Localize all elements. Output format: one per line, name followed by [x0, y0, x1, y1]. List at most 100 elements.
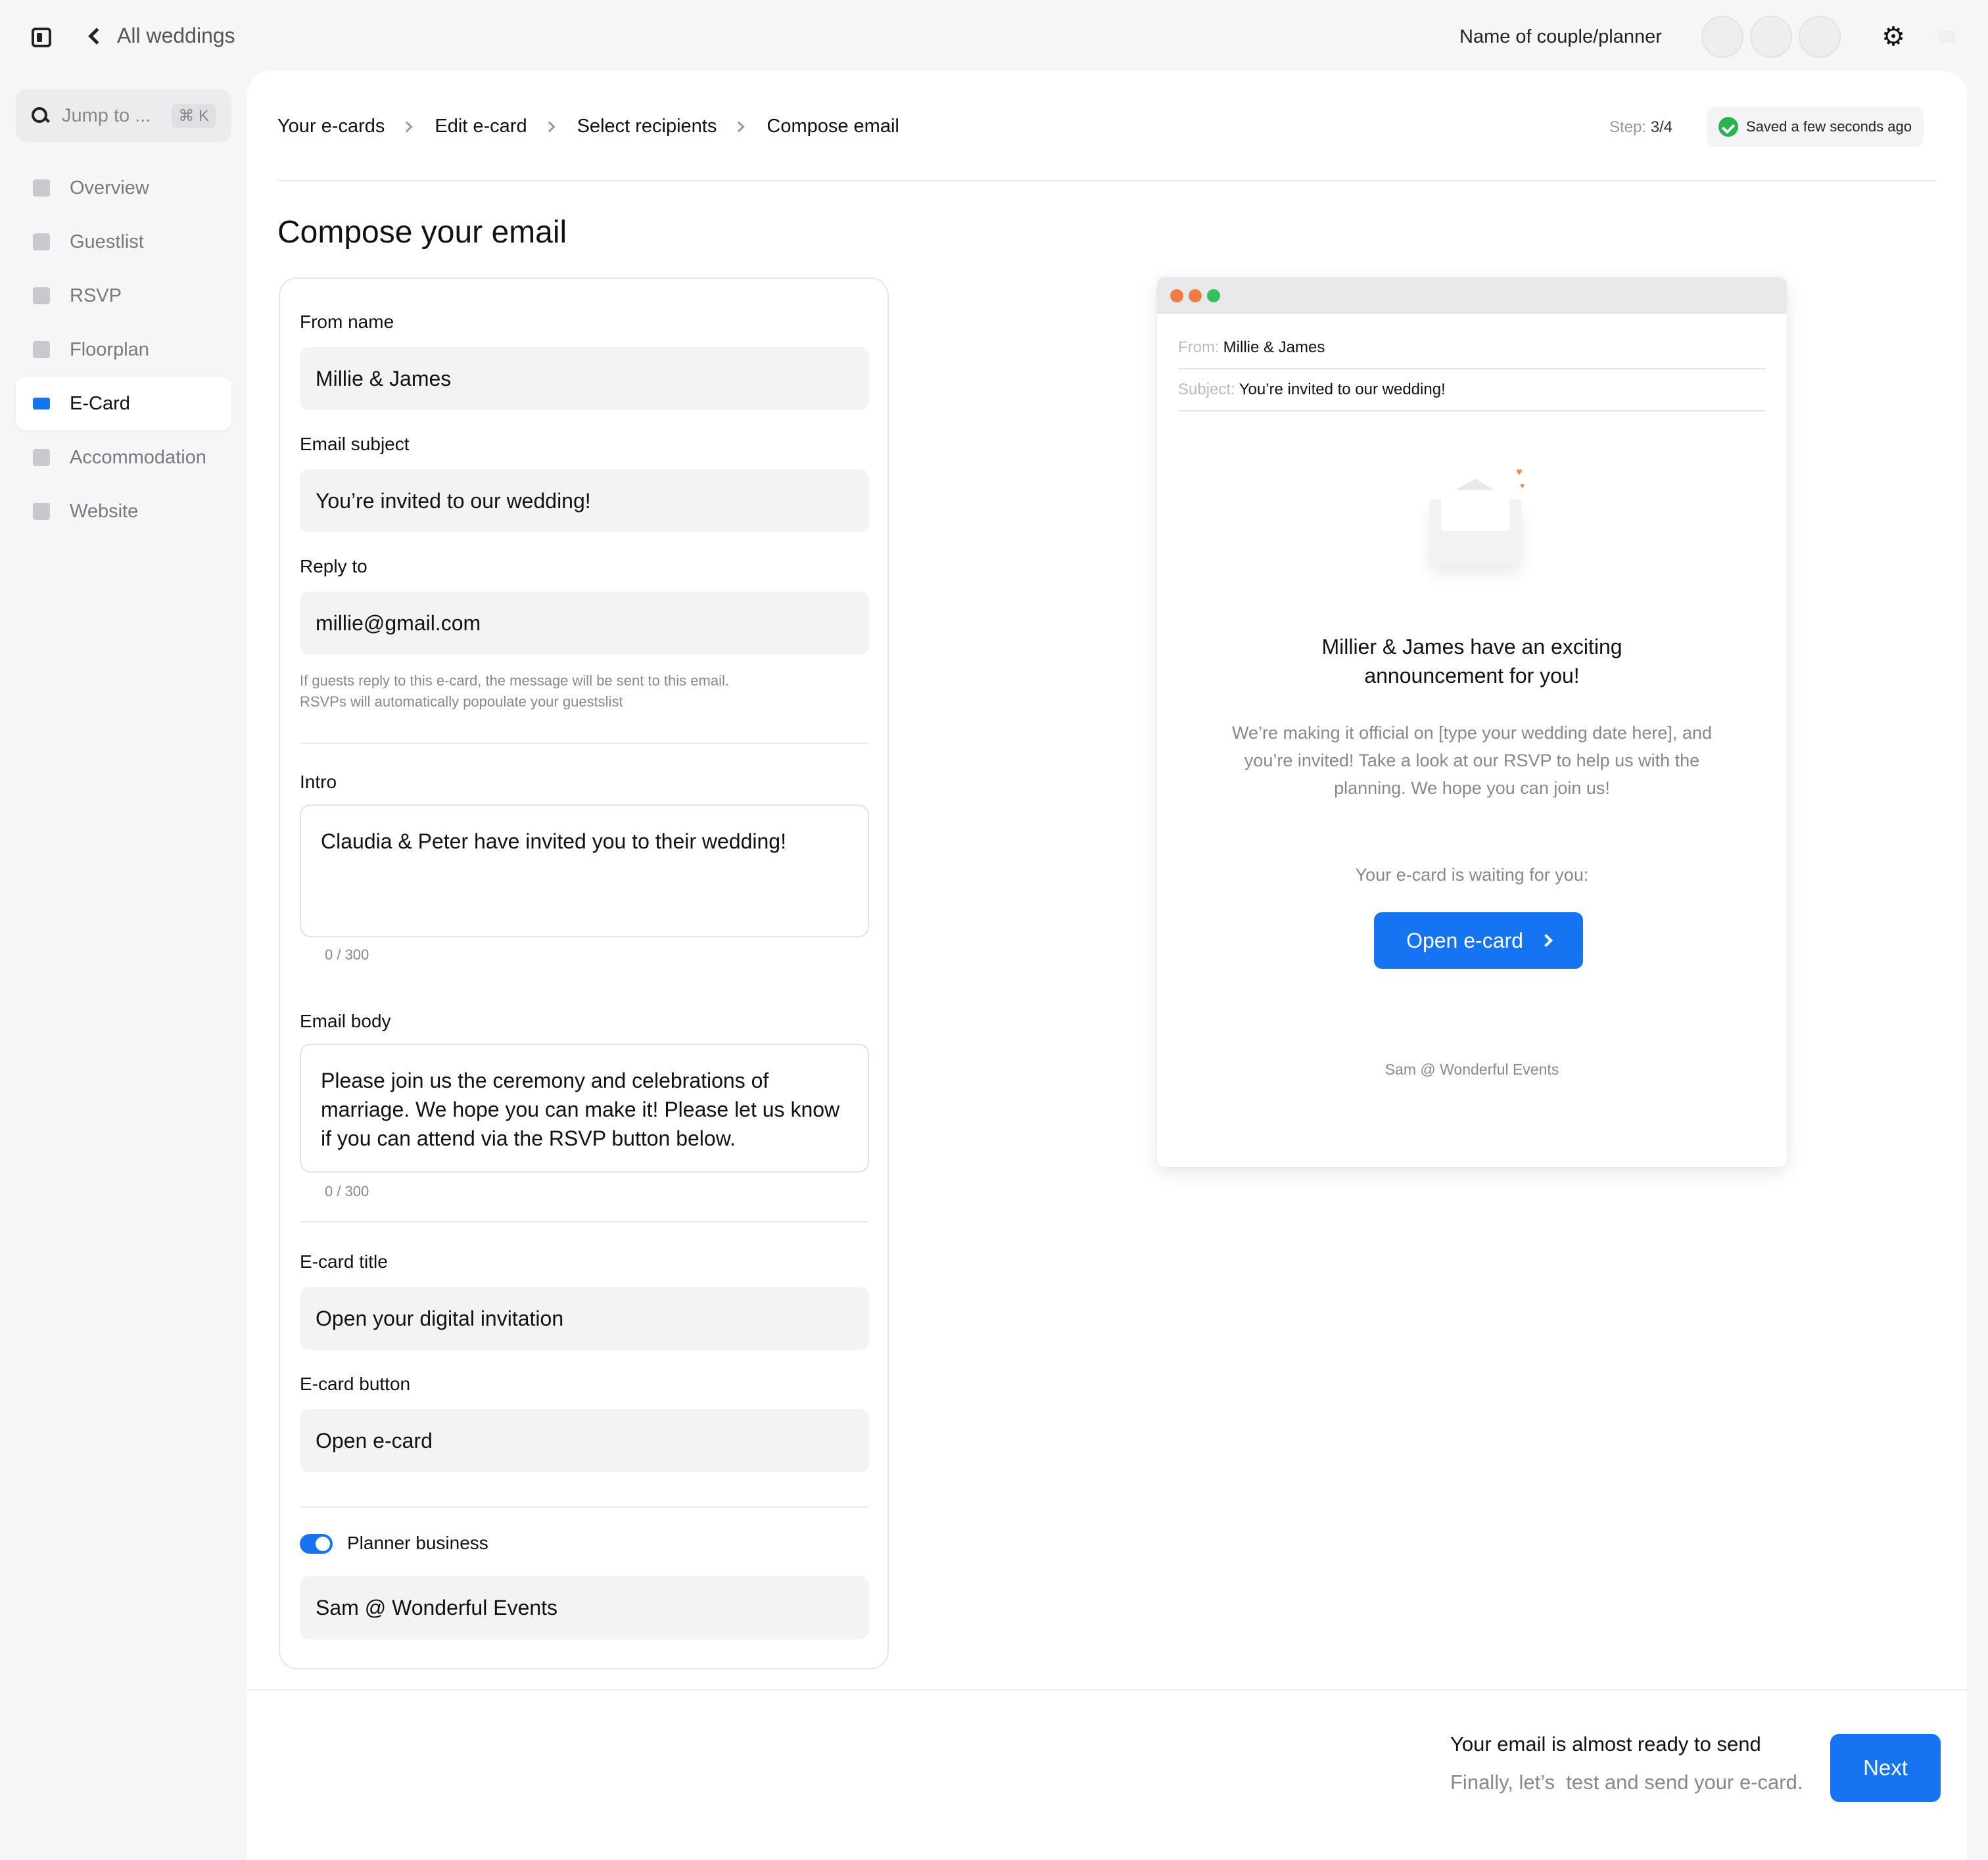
- rsvp-icon: [33, 287, 50, 304]
- email-body-char-count: 0 / 300: [325, 1183, 369, 1199]
- back-to-all-weddings-link[interactable]: All weddings: [84, 24, 235, 48]
- sidebar-item-floorplan[interactable]: Floorplan: [16, 323, 231, 376]
- chat-icon[interactable]: [1938, 30, 1955, 43]
- top-bar: All weddings Name of couple/planner ⚙: [0, 0, 1988, 76]
- saved-status-badge: Saved a few seconds ago: [1707, 106, 1924, 147]
- email-body-textarea[interactable]: Please join us the ceremony and celebrat…: [300, 1044, 869, 1173]
- breadcrumb: Your e-cards Edit e-card Select recipien…: [277, 116, 899, 137]
- preview-window-bar: [1157, 277, 1787, 314]
- sidebar-item-website[interactable]: Website: [16, 485, 231, 538]
- planner-business-field[interactable]: Sam @ Wonderful Events: [300, 1576, 869, 1639]
- ecard-button-field[interactable]: Open e-card: [300, 1409, 869, 1472]
- sidebar-item-label: RSVP: [70, 285, 122, 306]
- sidebar-item-label: Floorplan: [70, 338, 149, 360]
- chevron-left-icon: [88, 27, 105, 45]
- breadcrumb-select-recipients[interactable]: Select recipients: [577, 116, 717, 137]
- page-title: Compose your email: [277, 215, 567, 250]
- preview-subject-value: You’re invited to our wedding!: [1239, 381, 1446, 398]
- heart-icon: ♥: [1520, 481, 1525, 490]
- floorplan-icon: [33, 341, 50, 358]
- users-icon: [33, 233, 50, 250]
- window-dot-icon: [1207, 289, 1220, 302]
- footer-title: Your email is almost ready to send: [1450, 1732, 1761, 1755]
- sidebar-nav: Overview Guestlist RSVP Floorplan E-Card…: [16, 162, 231, 539]
- email-subject-label: Email subject: [300, 434, 410, 454]
- intro-textarea[interactable]: Claudia & Peter have invited you to thei…: [300, 804, 869, 937]
- open-ecard-label: Open e-card: [1406, 928, 1523, 952]
- preview-from-row: From: Millie & James: [1178, 327, 1766, 369]
- planner-business-label: Planner business: [347, 1533, 488, 1553]
- email-subject-field[interactable]: You’re invited to our wedding!: [300, 469, 869, 532]
- preview-subject-row: Subject: You’re invited to our wedding!: [1178, 369, 1766, 411]
- shortcut-badge: ⌘ K: [172, 103, 216, 128]
- gear-icon[interactable]: ⚙: [1880, 24, 1906, 50]
- reply-to-help-line: RSVPs will automatically popoulate your …: [300, 693, 623, 710]
- email-body-label: Email body: [300, 1011, 391, 1031]
- reply-to-help: If guests reply to this e-card, the mess…: [300, 670, 839, 712]
- search-placeholder: Jump to ...: [62, 105, 151, 126]
- avatar[interactable]: [1799, 16, 1841, 58]
- chevron-right-icon: [544, 121, 556, 132]
- chevron-right-icon: [1540, 934, 1553, 947]
- back-label: All weddings: [117, 24, 235, 47]
- sidebar-item-rsvp[interactable]: RSVP: [16, 269, 231, 322]
- reply-to-field[interactable]: millie@gmail.com: [300, 592, 869, 655]
- bed-icon: [33, 449, 50, 466]
- sidebar-item-ecard[interactable]: E-Card: [16, 377, 231, 430]
- laptop-icon: [33, 503, 50, 520]
- preview-heading-line: announcement for you!: [1364, 664, 1580, 687]
- sidebar-item-guestlist[interactable]: Guestlist: [16, 216, 231, 268]
- envelope-illustration-icon: ♥ ♥: [1415, 467, 1532, 585]
- jump-to-search[interactable]: Jump to ... ⌘ K: [16, 89, 231, 142]
- window-dot-icon: [1189, 289, 1202, 302]
- step-value: 3/4: [1650, 118, 1673, 136]
- avatar[interactable]: [1750, 16, 1792, 58]
- intro-char-count: 0 / 300: [325, 946, 369, 963]
- reply-to-label: Reply to: [300, 556, 367, 576]
- search-icon: [32, 107, 49, 124]
- form-divider: [300, 743, 869, 744]
- breadcrumb-edit-ecard[interactable]: Edit e-card: [435, 116, 527, 137]
- breadcrumb-your-ecards[interactable]: Your e-cards: [277, 116, 385, 137]
- saved-status-text: Saved a few seconds ago: [1746, 118, 1912, 135]
- sidebar-item-accommodation[interactable]: Accommodation: [16, 431, 231, 484]
- open-ecard-button[interactable]: Open e-card: [1374, 912, 1583, 969]
- avatar[interactable]: [1701, 16, 1743, 58]
- form-divider: [300, 1221, 869, 1222]
- home-icon: [33, 179, 50, 197]
- window-dot-icon: [1170, 289, 1183, 302]
- envelope-letter: [1441, 490, 1509, 531]
- ecard-button-label: E-card button: [300, 1374, 411, 1394]
- compose-form: From name Millie & James Email subject Y…: [279, 277, 889, 1669]
- footer-divider: [247, 1689, 1967, 1690]
- intro-label: Intro: [300, 772, 337, 792]
- check-circle-icon: [1718, 117, 1738, 137]
- preview-heading-line: Millier & James have an exciting: [1321, 635, 1622, 659]
- preview-body: We’re making it official on [type your w…: [1232, 723, 1712, 798]
- sidebar-toggle-icon[interactable]: [32, 28, 51, 47]
- preview-from-value: Millie & James: [1223, 338, 1325, 356]
- preview-subject-key: Subject:: [1178, 381, 1235, 398]
- chevron-right-icon: [401, 121, 413, 132]
- sidebar-item-label: E-Card: [70, 392, 130, 414]
- email-preview: From: Millie & James Subject: You’re inv…: [1157, 277, 1787, 1167]
- ecard-title-field[interactable]: Open your digital invitation: [300, 1287, 869, 1350]
- footer-subtitle: Finally, let’s test and send your e-card…: [1450, 1771, 1803, 1794]
- from-name-field[interactable]: Millie & James: [300, 347, 869, 410]
- planner-business-toggle[interactable]: [300, 1534, 333, 1554]
- mail-icon: [33, 398, 50, 409]
- step-indicator: Step: 3/4: [1609, 118, 1672, 137]
- sidebar-item-label: Overview: [70, 177, 149, 198]
- main-panel: Your e-cards Edit e-card Select recipien…: [247, 71, 1967, 1860]
- sidebar-item-label: Guestlist: [70, 231, 144, 252]
- preview-heading: Millier & James have an exciting announc…: [1157, 632, 1787, 690]
- couple-name: Name of couple/planner: [1459, 26, 1662, 47]
- next-button[interactable]: Next: [1830, 1734, 1941, 1802]
- breadcrumb-compose-email: Compose email: [767, 116, 899, 137]
- reply-to-help-line: If guests reply to this e-card, the mess…: [300, 672, 729, 689]
- preview-from-key: From:: [1178, 338, 1219, 356]
- sidebar-item-label: Website: [70, 500, 139, 522]
- chevron-right-icon: [733, 121, 745, 132]
- preview-waiting-text: Your e-card is waiting for you:: [1355, 865, 1589, 885]
- sidebar-item-overview[interactable]: Overview: [16, 162, 231, 214]
